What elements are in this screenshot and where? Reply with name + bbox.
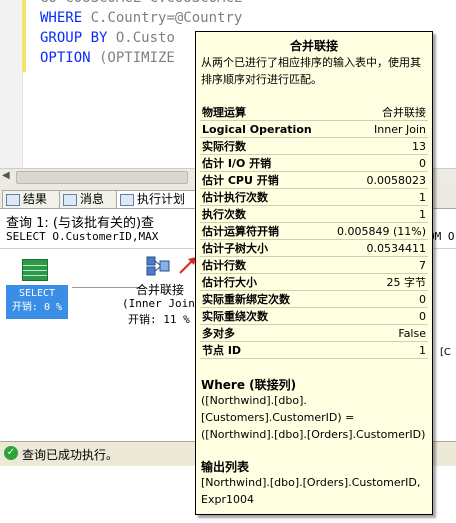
property-row: 估计子树大小 0.0534411 (200, 239, 428, 257)
property-row: 执行次数 1 (200, 205, 428, 223)
property-row: Logical Operation Inner Join (200, 120, 428, 138)
property-row: 估计执行次数 1 (200, 188, 428, 206)
property-row: 实际行数 13 (200, 137, 428, 155)
plan-icon (120, 193, 134, 206)
code-line-0: GO COUSCOMCL C.COUSCOMCL (40, 0, 242, 8)
change-marker (22, 0, 26, 72)
property-row: 多对多 False (200, 324, 428, 342)
tab-results[interactable]: 结果 (2, 190, 61, 208)
output-list-text: [Northwind].[dbo].[Orders].CustomerID, E… (201, 476, 421, 506)
query-sql: SELECT O.CustomerID,MAX (6, 230, 159, 243)
where-text: ([Northwind].[dbo].[Customers].CustomerI… (201, 394, 426, 441)
tab-messages[interactable]: 消息 (59, 190, 118, 208)
scroll-left-icon[interactable]: ◀ (2, 170, 10, 181)
code-line-1: WHERE C.Country=@Country (40, 10, 243, 26)
property-row: 估计 CPU 开销 0.0058023 (200, 171, 428, 189)
property-row: 估计 I/O 开销 0 (200, 154, 428, 172)
property-row: 物理运算 合并联接 (200, 104, 428, 121)
merge-join-icon[interactable] (146, 255, 170, 277)
select-node-title: SELECT (18, 288, 56, 299)
property-row: 估计行数 7 (200, 256, 428, 274)
property-row: 实际重绕次数 0 (200, 307, 428, 325)
status-text: 查询已成功执行。 (22, 448, 119, 462)
output-list-title: 输出列表 (201, 460, 250, 474)
code-line-2: GROUP BY O.Custo (40, 30, 175, 46)
select-node-cost: 开销: 0 % (11, 302, 63, 313)
side-node-label: [C (440, 347, 451, 358)
code-line-3: OPTION (OPTIMIZE (40, 50, 175, 66)
tab-execution-plan[interactable]: 执行计划 (116, 190, 201, 209)
select-table-icon[interactable] (22, 259, 48, 281)
property-row: 实际重新绑定次数 0 (200, 290, 428, 308)
message-icon (63, 193, 77, 206)
operator-tooltip: 合并联接 从两个已进行了相应排序的输入表中，使用其排序顺序对行进行匹配。 物理运… (195, 31, 433, 515)
plan-connector (72, 287, 140, 288)
grid-icon (6, 193, 20, 206)
query-header: 查询 1: (与该批有关的)查 (6, 216, 155, 231)
tooltip-title: 合并联接 (289, 39, 338, 53)
editor-gutter (0, 0, 23, 168)
merge-join-cost: 开销: 11 % (128, 313, 190, 326)
scrollbar-thumb[interactable] (16, 171, 188, 184)
tooltip-properties-table: 物理运算 合并联接 Logical Operation Inner Join 实际行… (200, 104, 428, 359)
tooltip-description: 从两个已进行了相应排序的输入表中，使用其排序顺序对行进行匹配。 (201, 56, 421, 86)
merge-join-type: (Inner Join (122, 297, 195, 310)
merge-join-label: 合并联接 (136, 283, 185, 297)
property-row: 估计行大小 25 字节 (200, 273, 428, 291)
select-node[interactable]: SELECT 开销: 0 % (6, 285, 68, 319)
where-title: Where (联接列) (201, 378, 297, 392)
property-row: 节点 ID 1 (200, 341, 428, 359)
success-check-icon: ✓ (4, 446, 18, 460)
property-row: 估计运算符开销 0.005849 (11%) (200, 222, 428, 240)
